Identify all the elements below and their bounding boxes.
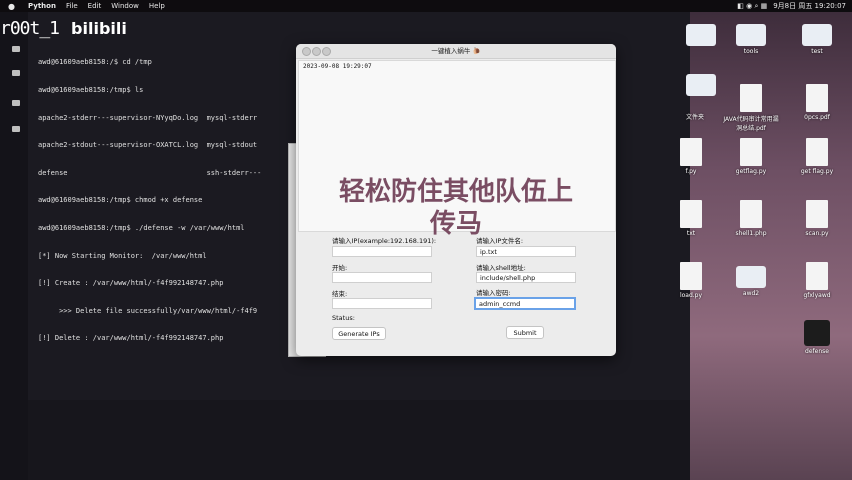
window-title: 一键植入蜗牛 🐌 xyxy=(431,47,481,55)
desktop-icon-label: 文件夹 xyxy=(685,114,704,121)
ip-example-input[interactable] xyxy=(332,246,432,257)
watermark: r00t_1 bilibili xyxy=(0,18,127,39)
desktop-doc-icon[interactable]: load.py xyxy=(662,262,720,299)
desktop-folder-icon[interactable]: tools xyxy=(722,20,780,55)
status-label: Status: xyxy=(332,314,355,322)
desktop-icon-label: awd2 xyxy=(742,290,760,297)
overlay-caption: 轻松防住其他队伍上 传马 xyxy=(296,176,616,240)
status-icons[interactable]: ◧ ◉ ⌕ ▦ xyxy=(737,2,767,11)
terminal-line: [!] Create : /var/www/html/-f4f992148747… xyxy=(38,279,224,288)
folder-icon[interactable] xyxy=(12,100,20,106)
desktop-doc-icon[interactable]: shell1.php xyxy=(722,200,780,237)
clock-icon[interactable] xyxy=(12,46,20,52)
bilibili-logo: bilibili xyxy=(71,19,127,38)
desktop-icon-label: gfxlyawd xyxy=(803,292,831,299)
end-input[interactable] xyxy=(332,298,432,309)
desktop-exe-icon[interactable]: defense xyxy=(788,320,846,355)
terminal-line: defense ssh-stderr--- xyxy=(38,168,262,177)
desktop-doc-icon[interactable]: 0pcs.pdf xyxy=(788,84,846,121)
menu-bar: ● Python File Edit Window Help ◧ ◉ ⌕ ▦ 9… xyxy=(0,0,852,12)
settings-icon[interactable] xyxy=(12,126,20,132)
terminal-line: [!] Delete : /var/www/html/-f4f992148747… xyxy=(38,334,224,343)
menu-file[interactable]: File xyxy=(66,2,78,10)
close-button[interactable] xyxy=(302,47,311,56)
terminal-output: awd@61609aeb8158:/$ cd /tmp awd@61609aeb… xyxy=(38,40,261,362)
terminal-line: apache2-stdout---supervisor-OXATCL.log m… xyxy=(38,141,258,150)
desktop-icon-label: getflag.py xyxy=(735,168,767,175)
desktop-icon-label: tools xyxy=(743,48,759,55)
terminal-line: awd@61609aeb8158:/tmp$ chmod +x defense xyxy=(38,196,203,205)
desktop-icon-label: get flag.py xyxy=(800,168,834,175)
menu-edit[interactable]: Edit xyxy=(88,2,102,10)
terminal-bottom-panel xyxy=(28,400,690,480)
desktop-doc-icon[interactable]: get flag.py xyxy=(788,138,846,175)
desktop-icon-label: 0pcs.pdf xyxy=(804,114,830,121)
overlay-line-1: 轻松防住其他队伍上 xyxy=(338,177,573,207)
log-timestamp: 2023-09-08 19:29:07 xyxy=(303,63,372,70)
shell-path-label: 请输入shell地址: xyxy=(476,264,526,272)
desktop-icon-label: test xyxy=(811,48,823,55)
desktop-icon-label: JAVA代码审计常用漏洞总结.pdf xyxy=(723,116,779,132)
desktop-folder-icon[interactable]: test xyxy=(788,20,846,55)
menu-help[interactable]: Help xyxy=(149,2,165,10)
app-titlebar[interactable]: 一键植入蜗牛 🐌 xyxy=(296,44,616,59)
desktop-doc-icon[interactable]: JAVA代码审计常用漏洞总结.pdf xyxy=(722,84,780,132)
minimize-button[interactable] xyxy=(312,47,321,56)
desktop-folder-icon[interactable]: 文件夹 xyxy=(666,84,724,121)
ip-example-label: 请输入IP(example:192.168.191): xyxy=(332,237,437,245)
start-input[interactable] xyxy=(332,272,432,283)
desktop-icon-label: f.py xyxy=(685,168,697,175)
terminal-line: awd@61609aeb8158:/tmp$ ls xyxy=(38,86,144,94)
terminal-line: awd@61609aeb8158:/tmp$ ./defense -w /var… xyxy=(38,223,245,232)
desktop-doc-icon[interactable]: gfxlyawd xyxy=(788,262,846,299)
password-input[interactable]: admin_ccmd xyxy=(474,297,576,310)
terminal-sidebar xyxy=(0,12,28,480)
terminal-line: [*] Now Starting Monitor: /var/www/html xyxy=(38,251,207,260)
terminal-line: >>> Delete file successfully/var/www/htm… xyxy=(38,306,258,315)
desktop-icon-label: scan.py xyxy=(805,230,829,237)
desktop-icon-label: defense xyxy=(805,348,829,355)
desktop-icon-label: shell1.php xyxy=(735,230,767,237)
terminal-line: awd@61609aeb8158:/$ cd /tmp xyxy=(38,58,152,67)
clock[interactable]: 9月8日 周五 19:20:07 xyxy=(773,1,846,11)
menu-window[interactable]: Window xyxy=(111,2,139,10)
watermark-user: r00t_1 xyxy=(0,18,60,39)
app-window[interactable]: 一键植入蜗牛 🐌 2023-09-08 19:29:07 轻松防住其他队伍上 传… xyxy=(296,44,616,356)
desktop-doc-icon[interactable]: txt xyxy=(662,200,720,237)
zoom-button[interactable] xyxy=(322,47,331,56)
ip-file-label: 请输入IP文件名: xyxy=(476,237,524,245)
submit-button[interactable]: Submit xyxy=(506,326,544,339)
desktop-folder-icon[interactable]: awd2 xyxy=(722,262,780,297)
password-label: 请输入密码: xyxy=(476,289,511,297)
end-label: 结束: xyxy=(332,290,348,298)
list-icon[interactable] xyxy=(12,70,20,76)
ip-file-input[interactable]: ip.txt xyxy=(476,246,576,257)
desktop-doc-icon[interactable]: f.py xyxy=(662,138,720,175)
start-label: 开始: xyxy=(332,264,348,272)
desktop-icon-label: txt xyxy=(686,230,696,237)
desktop-doc-icon[interactable]: scan.py xyxy=(788,200,846,237)
generate-ips-button[interactable]: Generate IPs xyxy=(332,327,386,340)
desktop-doc-icon[interactable]: getflag.py xyxy=(722,138,780,175)
shell-path-input[interactable]: include/shell.php xyxy=(476,272,576,283)
terminal-line: apache2-stderr---supervisor-NYyqDo.log m… xyxy=(38,113,258,122)
menu-app-name[interactable]: Python xyxy=(28,2,56,10)
desktop-icon-label: load.py xyxy=(679,292,703,299)
apple-icon[interactable]: ● xyxy=(8,2,18,11)
